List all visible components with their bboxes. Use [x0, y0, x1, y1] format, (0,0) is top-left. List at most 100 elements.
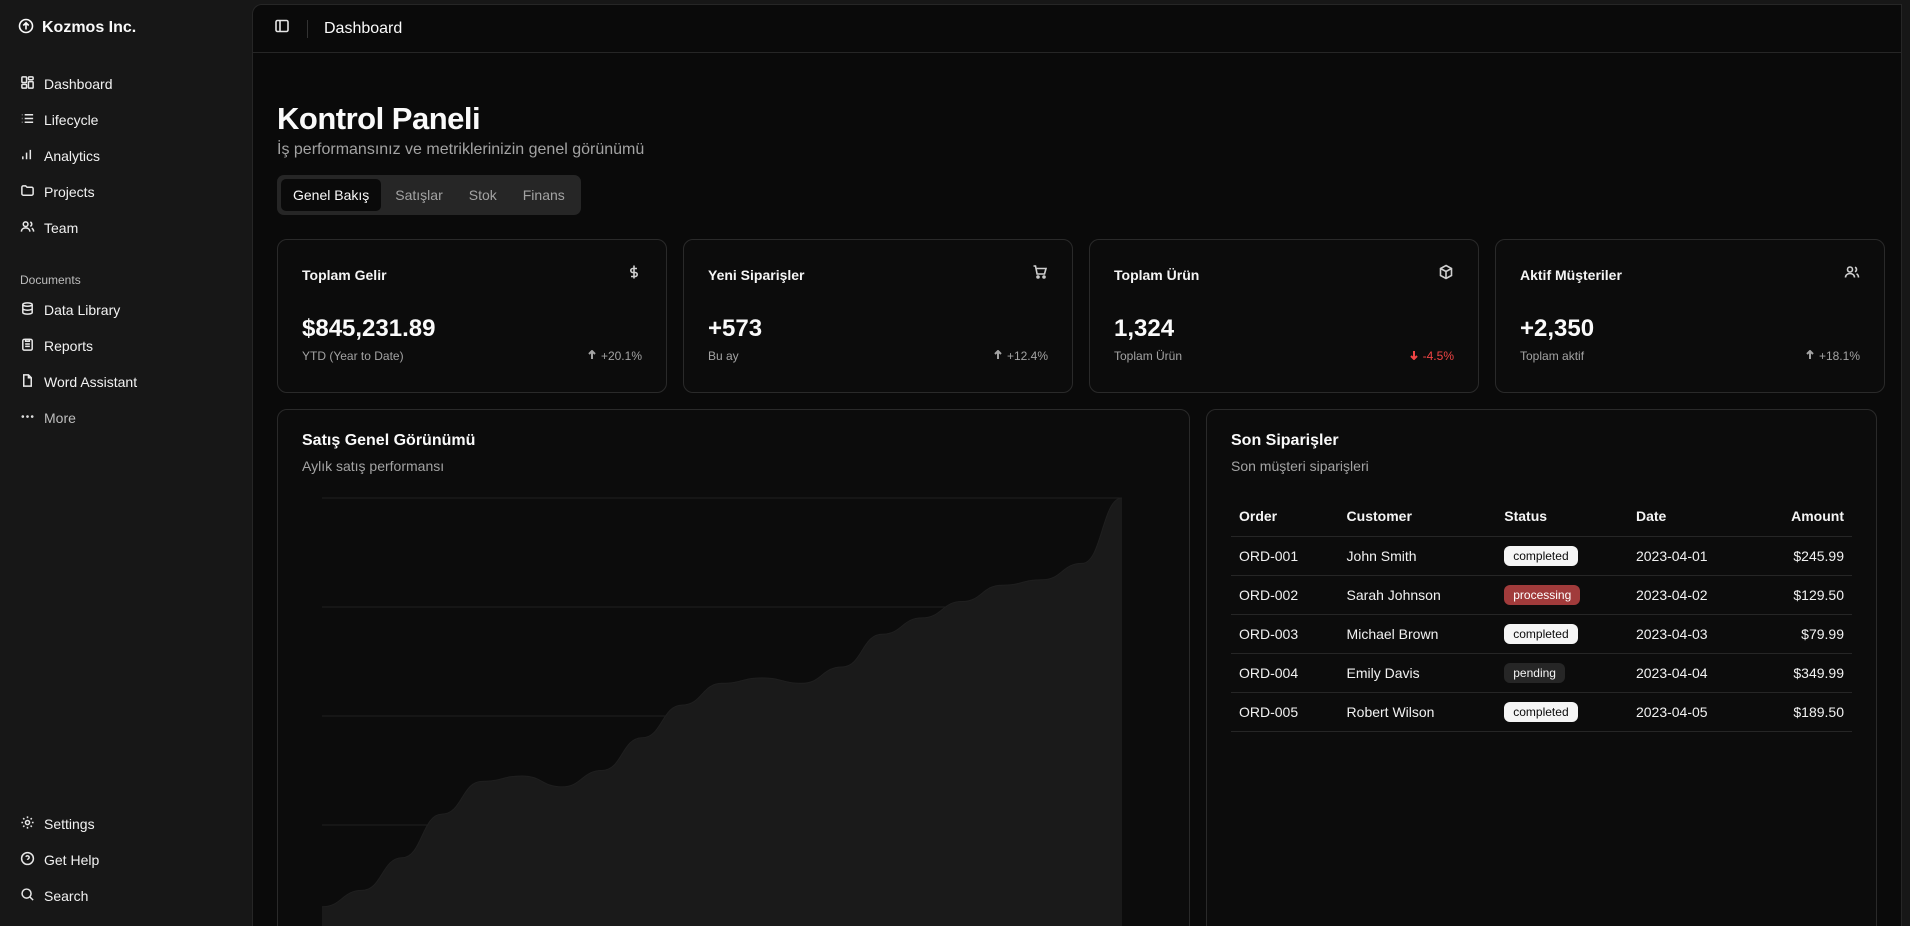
panel-title: Son Siparişler — [1231, 432, 1339, 449]
sidebar-item-label: Settings — [44, 816, 95, 832]
table-row[interactable]: ORD-005 Robert Wilson completed 2023-04-… — [1231, 692, 1852, 732]
order-id: ORD-004 — [1231, 653, 1339, 693]
sidebar-item-data-library[interactable]: Data Library — [10, 294, 242, 326]
table-row[interactable]: ORD-004 Emily Davis pending 2023-04-04 $… — [1231, 653, 1852, 693]
order-date: 2023-04-03 — [1627, 614, 1754, 654]
column-header-amount: Amount — [1753, 496, 1852, 537]
status-badge: completed — [1504, 623, 1578, 644]
sidebar-item-team[interactable]: Team — [10, 212, 242, 244]
sidebar-item-label: Data Library — [44, 302, 121, 318]
content: Kontrol Paneli İş performansınız ve metr… — [253, 101, 1901, 926]
sidebar-item-get-help[interactable]: Get Help — [10, 844, 242, 876]
order-id: ORD-002 — [1231, 575, 1339, 615]
table-row[interactable]: ORD-001 John Smith completed 2023-04-01 … — [1231, 536, 1852, 576]
sidebar-toggle-button[interactable] — [273, 18, 291, 39]
search-icon — [20, 887, 35, 905]
sidebar-item-label: Reports — [44, 338, 94, 354]
divider — [307, 19, 308, 38]
brand[interactable]: Kozmos Inc. — [10, 14, 242, 42]
sidebar-item-reports[interactable]: Reports — [10, 330, 242, 362]
stat-card-customers: Aktif Müşteriler +2,350 Toplam aktif +18… — [1495, 239, 1885, 393]
card-value: $845,231.89 — [302, 315, 436, 342]
order-amount: $129.50 — [1753, 575, 1852, 615]
tab-stok[interactable]: Stok — [457, 179, 509, 211]
sidebar-item-word-assistant[interactable]: Word Assistant — [10, 366, 242, 398]
topbar: Dashboard — [253, 5, 1901, 53]
card-delta-value: +18.1% — [1818, 349, 1860, 363]
card-value: +2,350 — [1520, 315, 1595, 342]
tab-finans[interactable]: Finans — [511, 179, 577, 211]
card-title: Toplam Gelir — [302, 266, 387, 283]
status-badge: completed — [1504, 701, 1578, 722]
ellipsis-icon — [20, 409, 35, 427]
order-id: ORD-001 — [1231, 536, 1339, 576]
card-title: Aktif Müşteriler — [1520, 266, 1622, 283]
sidebar-item-analytics[interactable]: Analytics — [10, 140, 242, 172]
card-title: Yeni Siparişler — [708, 266, 805, 283]
sidebar-item-label: Search — [44, 888, 89, 904]
order-date: 2023-04-05 — [1627, 692, 1754, 732]
card-delta: +18.1% — [1805, 349, 1860, 363]
card-title: Toplam Ürün — [1114, 266, 1200, 283]
tab-satislar[interactable]: Satışlar — [383, 179, 454, 211]
arrow-up-icon — [1805, 349, 1815, 363]
card-delta: +20.1% — [587, 349, 642, 363]
order-amount: $245.99 — [1753, 536, 1852, 576]
main-nav: Dashboard Lifecycle Analytics Projects T… — [10, 68, 242, 244]
customer-name: Emily Davis — [1338, 653, 1497, 693]
stat-card-revenue: Toplam Gelir $845,231.89 YTD (Year to Da… — [277, 239, 667, 393]
column-header-status: Status — [1496, 496, 1628, 537]
card-note: Toplam aktif — [1520, 349, 1585, 363]
clipboard-icon — [20, 337, 35, 355]
sidebar-item-label: More — [44, 410, 76, 426]
app-root: Kozmos Inc. Dashboard Lifecycle Analytic… — [0, 0, 1910, 926]
table-header-row: Order Customer Status Date Amount — [1231, 496, 1852, 537]
sidebar-item-lifecycle[interactable]: Lifecycle — [10, 104, 242, 136]
order-date: 2023-04-02 — [1627, 575, 1754, 615]
brand-name: Kozmos Inc. — [42, 19, 137, 36]
order-id: ORD-005 — [1231, 692, 1339, 732]
card-delta: -4.5% — [1409, 349, 1454, 363]
database-icon — [20, 301, 35, 319]
tab-genel-bakis[interactable]: Genel Bakış — [281, 179, 382, 211]
sidebar-item-label: Word Assistant — [44, 374, 138, 390]
orders-table: Order Customer Status Date Amount ORD-00… — [1231, 496, 1852, 732]
dashboard-icon — [20, 75, 35, 93]
order-amount: $189.50 — [1753, 692, 1852, 732]
table-row[interactable]: ORD-002 Sarah Johnson processing 2023-04… — [1231, 575, 1852, 615]
bottom-nav: Settings Get Help Search — [10, 808, 242, 912]
documents-section-label: Documents — [20, 273, 81, 287]
card-note: Bu ay — [708, 349, 739, 363]
stat-cards: Toplam Gelir $845,231.89 YTD (Year to Da… — [277, 239, 1885, 393]
recent-orders-panel: Son Siparişler Son müşteri siparişleri O… — [1206, 409, 1877, 926]
order-date: 2023-04-01 — [1627, 536, 1754, 576]
box-icon — [1438, 264, 1454, 285]
tab-list: Genel Bakış Satışlar Stok Finans — [277, 175, 581, 215]
panel-subtitle: Son müşteri siparişleri — [1231, 458, 1369, 474]
table-row[interactable]: ORD-003 Michael Brown completed 2023-04-… — [1231, 614, 1852, 654]
status-badge: processing — [1504, 584, 1581, 605]
users-icon — [1844, 264, 1860, 285]
sidebar-item-label: Analytics — [44, 148, 101, 164]
sidebar-item-settings[interactable]: Settings — [10, 808, 242, 840]
card-delta: +12.4% — [993, 349, 1048, 363]
sidebar-item-projects[interactable]: Projects — [10, 176, 242, 208]
sidebar-item-more[interactable]: More — [10, 402, 242, 434]
sales-area-chart — [321, 497, 1123, 926]
stat-card-products: Toplam Ürün 1,324 Toplam Ürün -4.5% — [1089, 239, 1479, 393]
page-title: Kontrol Paneli — [277, 101, 481, 136]
users-icon — [20, 219, 35, 237]
lower-panels: Satış Genel Görünümü Aylık satış perform… — [277, 409, 1877, 926]
sidebar-toggle-icon — [274, 18, 290, 39]
folder-icon — [20, 183, 35, 201]
header-title: Dashboard — [324, 19, 403, 37]
sidebar-item-search[interactable]: Search — [10, 880, 242, 912]
main-panel: Dashboard Kontrol Paneli İş performansın… — [252, 4, 1902, 926]
cart-icon — [1032, 264, 1048, 285]
arrow-up-icon — [993, 349, 1003, 363]
sales-area-series — [322, 498, 1122, 926]
sidebar-item-dashboard[interactable]: Dashboard — [10, 68, 242, 100]
order-date: 2023-04-04 — [1627, 653, 1754, 693]
page-subtitle: İş performansınız ve metriklerinizin gen… — [277, 141, 645, 158]
sidebar-item-label: Get Help — [44, 852, 100, 868]
